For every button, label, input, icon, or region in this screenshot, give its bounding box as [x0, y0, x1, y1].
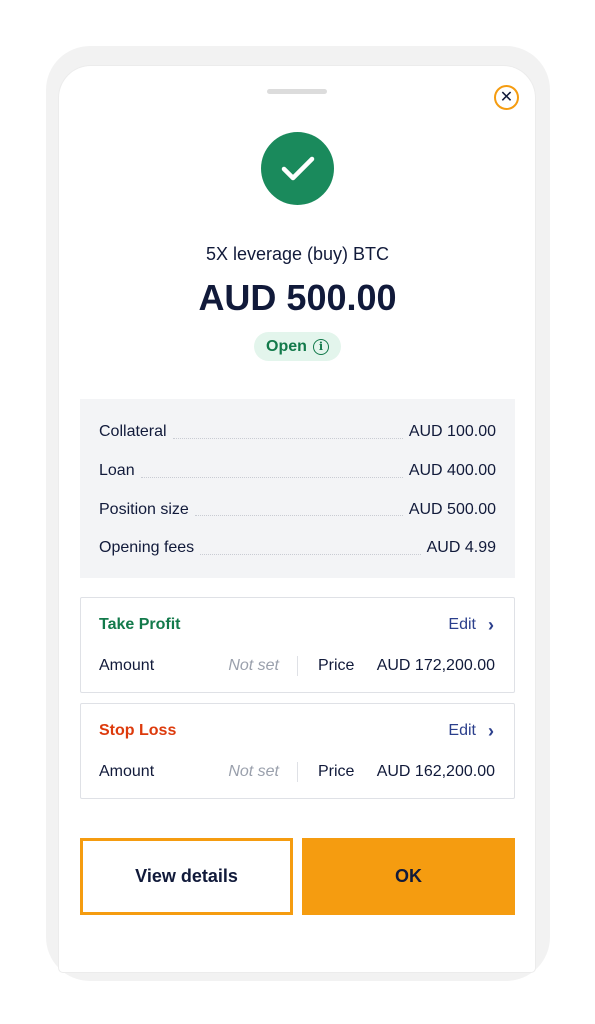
ok-button[interactable]: OK	[302, 838, 515, 915]
summary-label: Collateral	[99, 423, 173, 442]
summary-value: AUD 100.00	[402, 423, 496, 442]
take-profit-card: Take Profit Edit › Amount Not set Price …	[80, 597, 515, 693]
summary-value: AUD 400.00	[402, 462, 496, 481]
summary-row-collateral: Collateral AUD 100.00	[99, 413, 496, 452]
close-button[interactable]: ✕	[494, 85, 519, 110]
dotted-leader	[140, 476, 403, 478]
amount-label: Amount	[99, 657, 155, 674]
view-details-button[interactable]: View details	[80, 838, 293, 915]
edit-label: Edit	[448, 616, 476, 633]
chevron-right-icon: ›	[488, 721, 494, 741]
take-profit-title: Take Profit	[99, 616, 181, 633]
amount-value: Not set	[228, 763, 279, 780]
summary-label: Position size	[99, 500, 195, 519]
summary-label: Loan	[99, 462, 141, 481]
checkmark-icon	[281, 156, 314, 180]
price-label: Price	[318, 763, 355, 780]
summary-row-loan: Loan AUD 400.00	[99, 452, 496, 491]
position-summary: Collateral AUD 100.00 Loan AUD 400.00 Po…	[80, 399, 515, 578]
status-badge[interactable]: Open i	[254, 332, 341, 361]
summary-value: AUD 4.99	[420, 539, 496, 558]
price-value: AUD 172,200.00	[376, 657, 495, 674]
take-profit-details: Amount Not set Price AUD 172,200.00	[99, 656, 495, 676]
summary-row-opening-fees: Opening fees AUD 4.99	[99, 529, 496, 568]
divider	[297, 656, 298, 676]
drag-handle[interactable]	[267, 89, 327, 94]
price-value: AUD 162,200.00	[376, 763, 495, 780]
price-label: Price	[318, 657, 355, 674]
success-checkmark-icon	[261, 132, 334, 205]
summary-row-position-size: Position size AUD 500.00	[99, 490, 496, 529]
amount-label: Amount	[99, 763, 155, 780]
dotted-leader	[172, 437, 403, 439]
info-icon[interactable]: i	[312, 338, 329, 355]
status-label: Open	[266, 337, 307, 355]
summary-value: AUD 500.00	[402, 500, 496, 519]
stop-loss-details: Amount Not set Price AUD 162,200.00	[99, 762, 495, 782]
edit-label: Edit	[448, 722, 476, 739]
summary-label: Opening fees	[99, 539, 201, 558]
stop-loss-title: Stop Loss	[99, 722, 177, 739]
close-icon: ✕	[499, 88, 514, 106]
dotted-leader	[200, 553, 421, 555]
stop-loss-card: Stop Loss Edit › Amount Not set Price AU…	[80, 703, 515, 799]
stop-loss-edit-button[interactable]: Edit ›	[448, 722, 494, 740]
amount-value: Not set	[228, 657, 279, 674]
take-profit-edit-button[interactable]: Edit ›	[448, 616, 494, 634]
divider	[297, 762, 298, 782]
chevron-right-icon: ›	[488, 615, 494, 635]
dotted-leader	[194, 515, 403, 517]
trade-subtitle: 5X leverage (buy) BTC	[205, 244, 390, 264]
trade-amount: AUD 500.00	[198, 277, 397, 318]
